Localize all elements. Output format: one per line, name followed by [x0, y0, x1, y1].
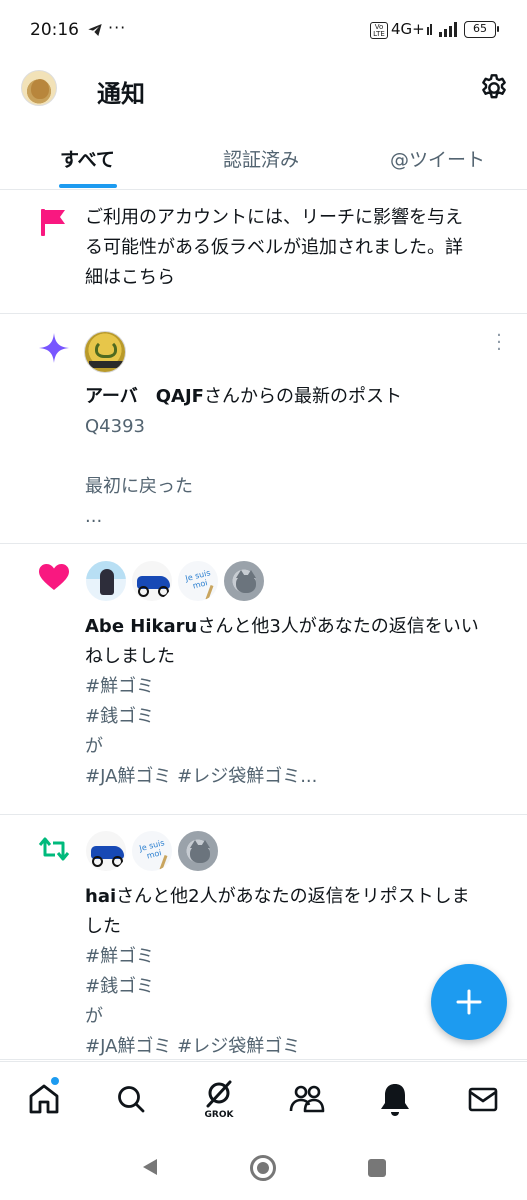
- signal-icon: [427, 22, 457, 37]
- notification-action: した: [85, 916, 121, 937]
- plus-icon: [456, 989, 482, 1015]
- more-options-icon[interactable]: · · ·: [493, 327, 505, 359]
- avatar[interactable]: [222, 559, 266, 603]
- repost-text: haiさんと他2人があなたの返信をリポストしま した #鮮ゴミ #銭ゴミ が #…: [85, 882, 505, 1062]
- tab-verified[interactable]: 認証済み: [223, 145, 299, 172]
- page-title: 通知: [97, 80, 145, 108]
- people-icon: [289, 1085, 325, 1113]
- notification-action: さんと他2人があなたの返信をリポストしま: [116, 886, 470, 907]
- tab-all[interactable]: すべて: [60, 145, 115, 172]
- status-more-dots: ···: [108, 18, 127, 37]
- notice-line: 細はこちら: [85, 267, 175, 288]
- user-name[interactable]: Abe Hikaru: [85, 616, 197, 637]
- telegram-icon: [88, 24, 102, 36]
- bottom-nav: GROK: [0, 1061, 527, 1139]
- nav-grok[interactable]: GROK: [199, 1079, 239, 1120]
- post-line: #銭ゴミ: [85, 706, 155, 727]
- nav-search[interactable]: [111, 1079, 151, 1119]
- notification-action: さんからの最新のポスト: [203, 386, 402, 407]
- bell-icon: [381, 1084, 409, 1116]
- like-text: Abe Hikaruさんと他3人があなたの返信をいい ねしました #鮮ゴミ #銭…: [85, 612, 505, 792]
- back-icon[interactable]: [140, 1157, 160, 1177]
- home-circle-icon[interactable]: [250, 1155, 276, 1181]
- new-post-text: アーバ QAJFさんからの最新のポスト Q4393 最初に戻った ...: [85, 382, 505, 532]
- avatar[interactable]: [176, 829, 220, 873]
- gear-icon[interactable]: [478, 72, 510, 104]
- nav-communities[interactable]: [287, 1079, 327, 1119]
- post-line: #鮮ゴミ: [85, 946, 155, 967]
- avatar[interactable]: [130, 559, 174, 603]
- post-line: ...: [85, 506, 103, 527]
- notice-line: ご利用のアカウントには、リーチに影響を与え: [85, 207, 463, 228]
- nav-home[interactable]: [24, 1077, 64, 1119]
- notification-action: ねしました: [85, 646, 175, 667]
- flag-icon: [41, 209, 65, 236]
- home-icon: [29, 1084, 59, 1114]
- notification-notice[interactable]: ご利用のアカウントには、リーチに影響を与え る可能性がある仮ラベルが追加されまし…: [0, 191, 527, 314]
- battery-indicator: 65: [464, 21, 499, 38]
- system-nav-bar: [0, 1139, 527, 1200]
- search-icon: [118, 1086, 145, 1113]
- compose-button[interactable]: [431, 964, 507, 1040]
- repost-icon: [38, 837, 70, 861]
- user-name[interactable]: hai: [85, 886, 116, 907]
- post-line-blank: [85, 442, 505, 472]
- app-header: 通知: [0, 60, 527, 122]
- network-type: 4G+: [391, 20, 425, 38]
- notification-like[interactable]: Je suis moi Abe Hikaruさんと他3人があなたの返信をいい ね…: [0, 544, 527, 815]
- post-line: が: [85, 736, 103, 757]
- grok-label: GROK: [204, 1110, 234, 1120]
- notice-text: ご利用のアカウントには、リーチに影響を与え る可能性がある仮ラベルが追加されまし…: [85, 203, 505, 293]
- notice-line: る可能性がある仮ラベルが追加されました。詳: [85, 237, 463, 258]
- nav-messages[interactable]: [463, 1079, 503, 1119]
- tab-mentions[interactable]: @ツイート: [390, 145, 485, 172]
- avatar[interactable]: [84, 829, 128, 873]
- nav-notifications[interactable]: [375, 1079, 415, 1119]
- avatar[interactable]: Je suis moi: [176, 559, 220, 603]
- post-line: #鮮ゴミ: [85, 676, 155, 697]
- post-line: #JA鮮ゴミ #レジ袋鮮ゴミ: [85, 1036, 301, 1057]
- post-line: Q4393: [85, 416, 145, 437]
- recents-icon[interactable]: [368, 1159, 386, 1177]
- notification-action: さんと他3人があなたの返信をいい: [197, 616, 479, 637]
- mail-icon: [468, 1087, 498, 1112]
- volte-badge: Vo LTE: [370, 22, 388, 39]
- status-time: 20:16: [30, 20, 79, 40]
- grok-icon: [206, 1080, 232, 1108]
- profile-avatar[interactable]: [21, 70, 57, 106]
- notification-new-post[interactable]: · · · アーバ QAJFさんからの最新のポスト Q4393 最初に戻った ...: [0, 314, 527, 544]
- post-line: 最初に戻った: [85, 476, 193, 497]
- active-tab-indicator: [59, 184, 117, 188]
- unread-dot: [51, 1077, 59, 1085]
- avatar[interactable]: Je suis moi: [130, 829, 174, 873]
- sparkle-icon: [39, 333, 69, 363]
- user-name[interactable]: アーバ QAJF: [85, 386, 204, 407]
- avatar[interactable]: [84, 331, 126, 373]
- heart-icon: [39, 564, 69, 590]
- avatar[interactable]: [84, 559, 128, 603]
- status-bar: 20:16 ··· Vo LTE 4G+ 65: [0, 0, 527, 60]
- notification-tabs: すべて 認証済み @ツイート: [0, 135, 527, 190]
- post-line: #JA鮮ゴミ #レジ袋鮮ゴミ...: [85, 766, 318, 787]
